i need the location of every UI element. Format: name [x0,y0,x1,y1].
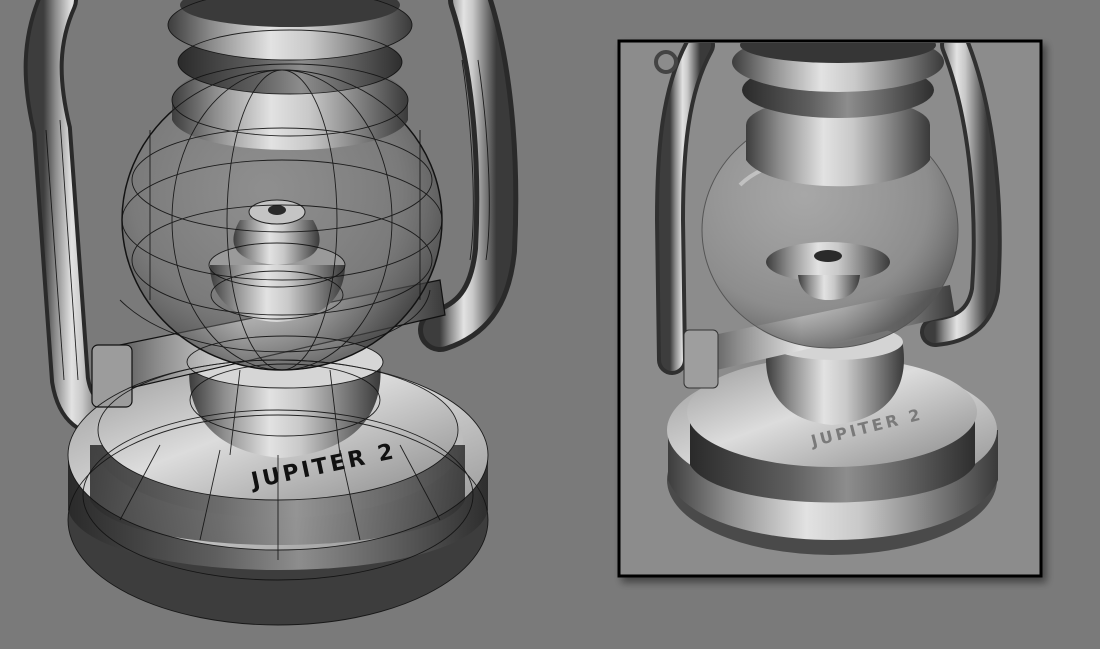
render-comparison-scene: JUPITER 2 JUPITER 2 [0,0,1100,649]
render-canvas: JUPITER 2 JUPITER 2 [23,0,1043,626]
lantern-wireframe-view: JUPITER 2 [23,0,519,626]
lantern-shaded-view: JUPITER 2 [621,43,1039,574]
